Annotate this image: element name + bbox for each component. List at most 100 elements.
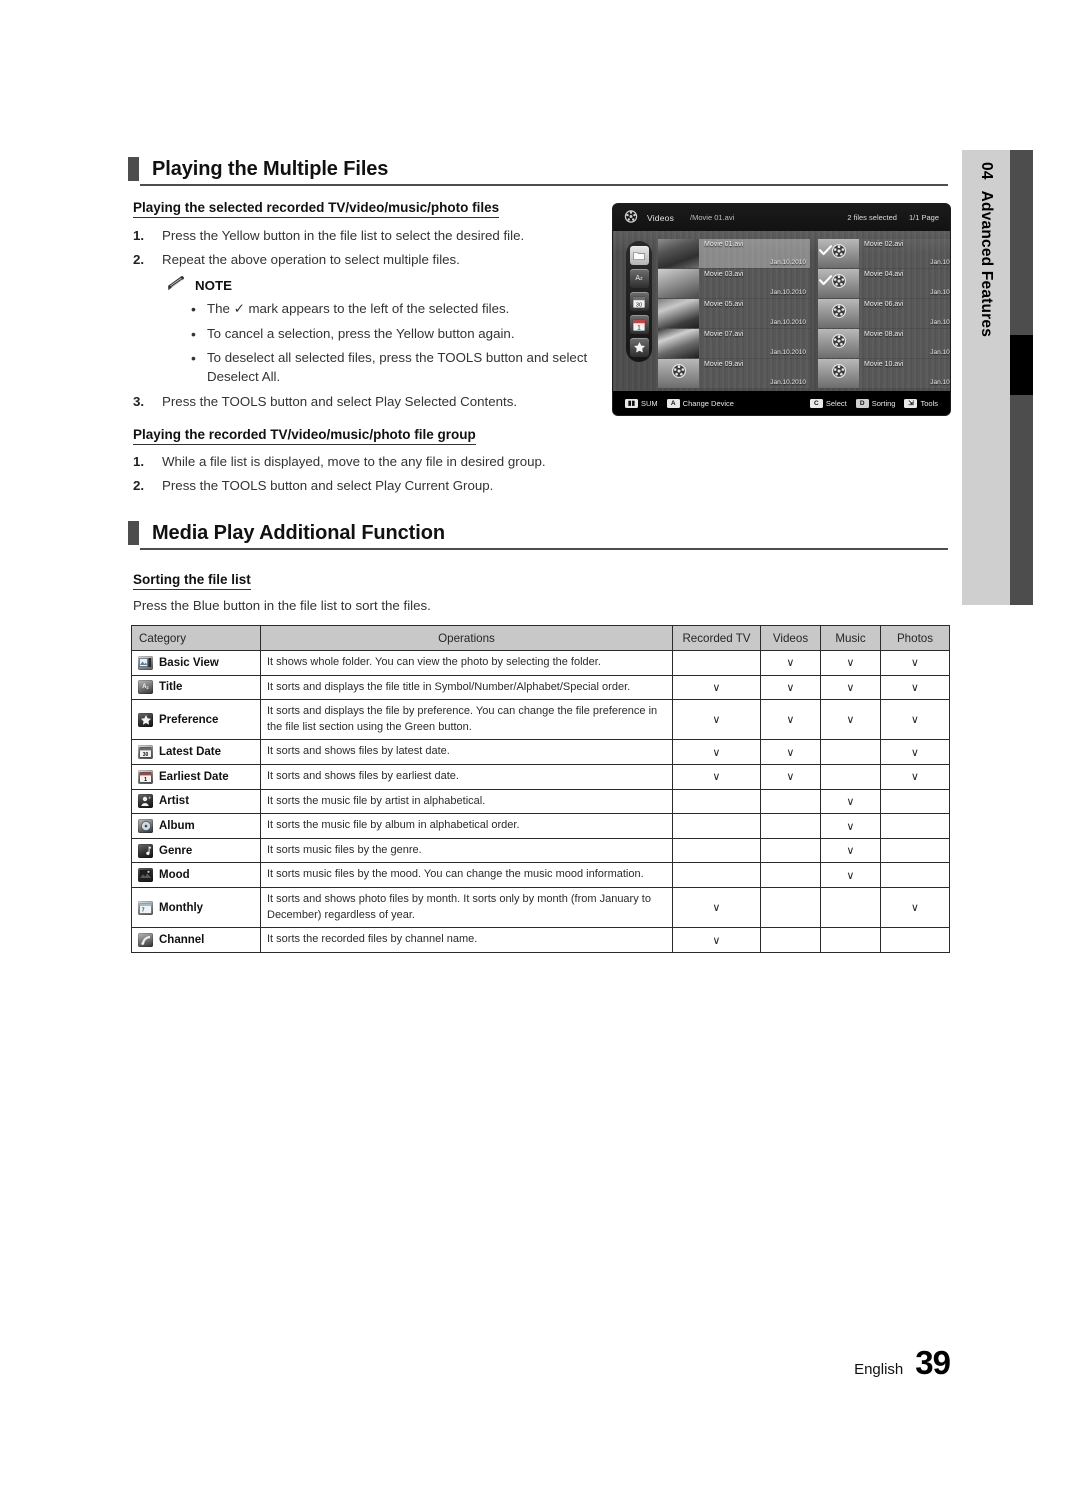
bullet-dot: • bbox=[191, 301, 196, 317]
table-cell-operations: It shows whole folder. You can view the … bbox=[260, 650, 673, 676]
calendar-30-icon: 30 bbox=[138, 745, 153, 760]
tv-file-meta: Movie 09.avi Jan.10.2010 bbox=[699, 359, 810, 388]
tv-file-thumbnail bbox=[658, 329, 699, 358]
tv-file-item[interactable]: Movie 01.avi Jan.10.2010 bbox=[658, 239, 810, 268]
tv-file-item[interactable]: Movie 10.avi Jan.10.2010 bbox=[818, 359, 950, 388]
tv-file-column-left: Movie 01.avi Jan.10.2010 Movie 03.avi Ja… bbox=[658, 239, 810, 389]
tools-icon: ⇲ bbox=[904, 398, 918, 408]
check-icon bbox=[818, 243, 833, 261]
tv-file-item[interactable]: Movie 04.avi Jan.10.2010 bbox=[818, 269, 950, 298]
table-cell-operations: It sorts and displays the file by prefer… bbox=[260, 699, 673, 741]
table-cell-recorded-tv: ∨ bbox=[672, 927, 761, 953]
basic-view-icon bbox=[138, 655, 153, 670]
check-mark-icon: ∨ bbox=[846, 795, 855, 808]
title-sort-icon[interactable]: Az bbox=[629, 269, 649, 288]
tv-button-label: Tools bbox=[920, 398, 938, 408]
tv-file-item[interactable]: Movie 09.avi Jan.10.2010 bbox=[658, 359, 810, 388]
folder-icon[interactable] bbox=[629, 246, 649, 265]
tv-content-area: Az 30 1 Movie 01.avi Jan.10.2010 Movie 0… bbox=[613, 231, 950, 391]
table-cell-category: Az Title bbox=[131, 674, 261, 701]
table-cell-videos: ∨ bbox=[760, 674, 821, 701]
calendar-30-icon[interactable]: 30 bbox=[629, 292, 649, 311]
tv-sort-rail[interactable]: Az 30 1 bbox=[626, 241, 652, 362]
step-text: Press the TOOLS button and select Play S… bbox=[162, 394, 518, 409]
section-title: Media Play Additional Function bbox=[152, 521, 445, 544]
check-mark-icon: ∨ bbox=[786, 746, 795, 759]
category-label: Latest Date bbox=[159, 746, 221, 759]
tv-file-name: Movie 07.avi bbox=[704, 331, 744, 338]
category-label: Genre bbox=[159, 844, 193, 857]
tv-file-meta: Movie 08.avi Jan.10.2010 bbox=[859, 329, 950, 358]
tv-file-item[interactable]: Movie 03.avi Jan.10.2010 bbox=[658, 269, 810, 298]
table-cell-category: 7 Monthly bbox=[131, 887, 261, 929]
tv-button-change-device[interactable]: A Change Device bbox=[666, 398, 734, 408]
table-cell-recorded-tv bbox=[672, 650, 761, 676]
monthly-icon: 7 bbox=[138, 900, 153, 915]
table-cell-videos: ∨ bbox=[760, 764, 821, 790]
svg-text:7: 7 bbox=[142, 907, 145, 913]
calendar-1-icon[interactable]: 1 bbox=[629, 315, 649, 334]
tv-file-thumbnail bbox=[658, 239, 699, 268]
table-cell-music: ∨ bbox=[820, 788, 881, 815]
artist-icon bbox=[138, 794, 153, 809]
note-bullet: • To cancel a selection, press the Yello… bbox=[191, 325, 591, 345]
chapter-tab: 04 Advanced Features bbox=[962, 150, 1010, 605]
category-label: Artist bbox=[159, 795, 190, 808]
heading-rule bbox=[140, 184, 948, 186]
tv-file-date: Jan.10.2010 bbox=[770, 319, 806, 326]
chapter-title: Advanced Features bbox=[978, 190, 995, 338]
column-header-music: Music bbox=[820, 625, 881, 651]
step-number: 2. bbox=[133, 252, 145, 267]
tv-button-sorting[interactable]: D Sorting bbox=[855, 398, 895, 408]
sorting-options-table: Category Operations Recorded TV Videos M… bbox=[131, 625, 950, 953]
category-label: Title bbox=[159, 681, 183, 694]
table-cell-category: 1 Earliest Date bbox=[131, 764, 261, 790]
tv-file-meta: Movie 06.avi Jan.10.2010 bbox=[859, 299, 950, 328]
tv-button-select[interactable]: C Select bbox=[809, 398, 847, 408]
table-cell-photos: ∨ bbox=[880, 699, 950, 741]
tv-file-item[interactable]: Movie 05.avi Jan.10.2010 bbox=[658, 299, 810, 328]
table-row: 1 Earliest Date It sorts and shows files… bbox=[131, 764, 950, 790]
tv-button-tools[interactable]: ⇲ Tools bbox=[904, 398, 938, 408]
check-mark-icon: ∨ bbox=[786, 681, 795, 694]
tv-file-meta: Movie 04.avi Jan.10.2010 bbox=[859, 269, 950, 298]
table-cell-photos: ∨ bbox=[880, 739, 950, 766]
tv-file-item[interactable]: Movie 08.avi Jan.10.2010 bbox=[818, 329, 950, 358]
tv-button-label: Change Device bbox=[682, 398, 734, 408]
step-number: 1. bbox=[133, 454, 145, 469]
chapter-tab-label: 04 Advanced Features bbox=[962, 150, 1010, 605]
check-mark-icon: ∨ bbox=[910, 657, 920, 670]
star-icon[interactable] bbox=[629, 338, 649, 357]
table-header-row: Category Operations Recorded TV Videos M… bbox=[131, 625, 950, 651]
tv-file-item[interactable]: Movie 07.avi Jan.10.2010 bbox=[658, 329, 810, 358]
chapter-number: 04 bbox=[978, 162, 995, 180]
tv-page-indicator: 1/1 Page bbox=[908, 213, 939, 222]
table-cell-photos: ∨ bbox=[880, 650, 950, 676]
table-cell-videos bbox=[760, 813, 821, 839]
bullet-dot: • bbox=[191, 350, 196, 366]
table-cell-music bbox=[820, 927, 881, 953]
tv-file-name: Movie 06.avi bbox=[864, 301, 904, 308]
tv-screenshot-media-play: Videos /Movie 01.avi 2 files selected 1/… bbox=[613, 204, 950, 415]
tv-file-item[interactable]: Movie 06.avi Jan.10.2010 bbox=[818, 299, 950, 328]
category-label: Album bbox=[159, 820, 195, 833]
step-number: 3. bbox=[133, 394, 145, 409]
category-label: Mood bbox=[159, 869, 190, 882]
table-cell-category: Album bbox=[131, 813, 261, 839]
note-bullet-text: The ✓ mark appears to the left of the se… bbox=[207, 301, 510, 316]
table-cell-photos: ∨ bbox=[880, 887, 950, 929]
chapter-index-active-marker bbox=[1010, 335, 1033, 395]
tv-file-date: Jan.10.2010 bbox=[930, 259, 950, 266]
tv-file-meta: Movie 03.avi Jan.10.2010 bbox=[699, 269, 810, 298]
table-cell-operations: It sorts and shows files by earliest dat… bbox=[260, 764, 673, 790]
bullet-dot: • bbox=[191, 326, 196, 342]
step-number: 1. bbox=[133, 228, 145, 243]
category-label: Basic View bbox=[159, 656, 219, 669]
tv-file-item[interactable]: Movie 02.avi Jan.10.2010 bbox=[818, 239, 950, 268]
table-cell-videos bbox=[760, 927, 821, 953]
table-cell-music: ∨ bbox=[820, 699, 881, 741]
tv-file-meta: Movie 10.avi Jan.10.2010 bbox=[859, 359, 950, 388]
table-cell-category: 30 Latest Date bbox=[131, 739, 261, 766]
tv-file-name: Movie 03.avi bbox=[704, 271, 744, 278]
tv-button-sum[interactable]: ▮▮ SUM bbox=[625, 398, 658, 408]
